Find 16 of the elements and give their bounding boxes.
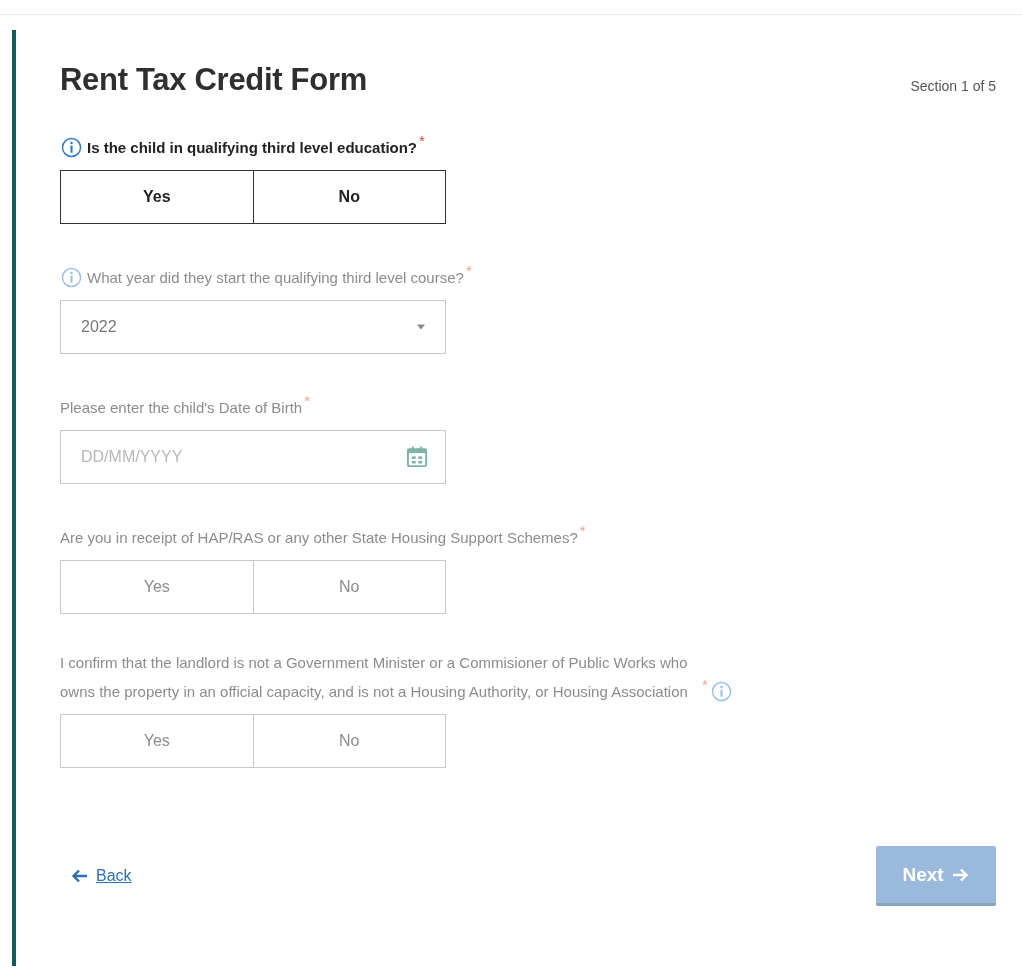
required-mark: *: [702, 677, 708, 692]
section-indicator: Section 1 of 5: [910, 78, 996, 94]
question-label: Please enter the child's Date of Birth: [60, 398, 303, 418]
question-label: I confirm that the landlord is not a Government Minister or a Commisioner of Public Works who owns the property in an official capacity, and is not a Housing Authority, or Housing Association: [60, 653, 689, 702]
option-button[interactable]: No: [253, 170, 446, 224]
question-label: What year did they start the qualifying third level course?: [87, 268, 464, 288]
back-link[interactable]: Back: [96, 867, 132, 885]
option-button[interactable]: Yes: [60, 170, 254, 224]
required-mark: *: [465, 263, 472, 278]
form-title: Rent Tax Credit Form: [60, 62, 367, 98]
required-mark: *: [579, 523, 586, 538]
calendar-icon: [404, 444, 430, 470]
question-label: Are you in receipt of HAP/RAS or any other State Housing Support Schemes?: [60, 528, 578, 548]
required-mark: *: [304, 393, 310, 408]
required-mark: *: [419, 133, 425, 148]
question-label: Is the child in qualifying third level education?: [87, 138, 418, 158]
